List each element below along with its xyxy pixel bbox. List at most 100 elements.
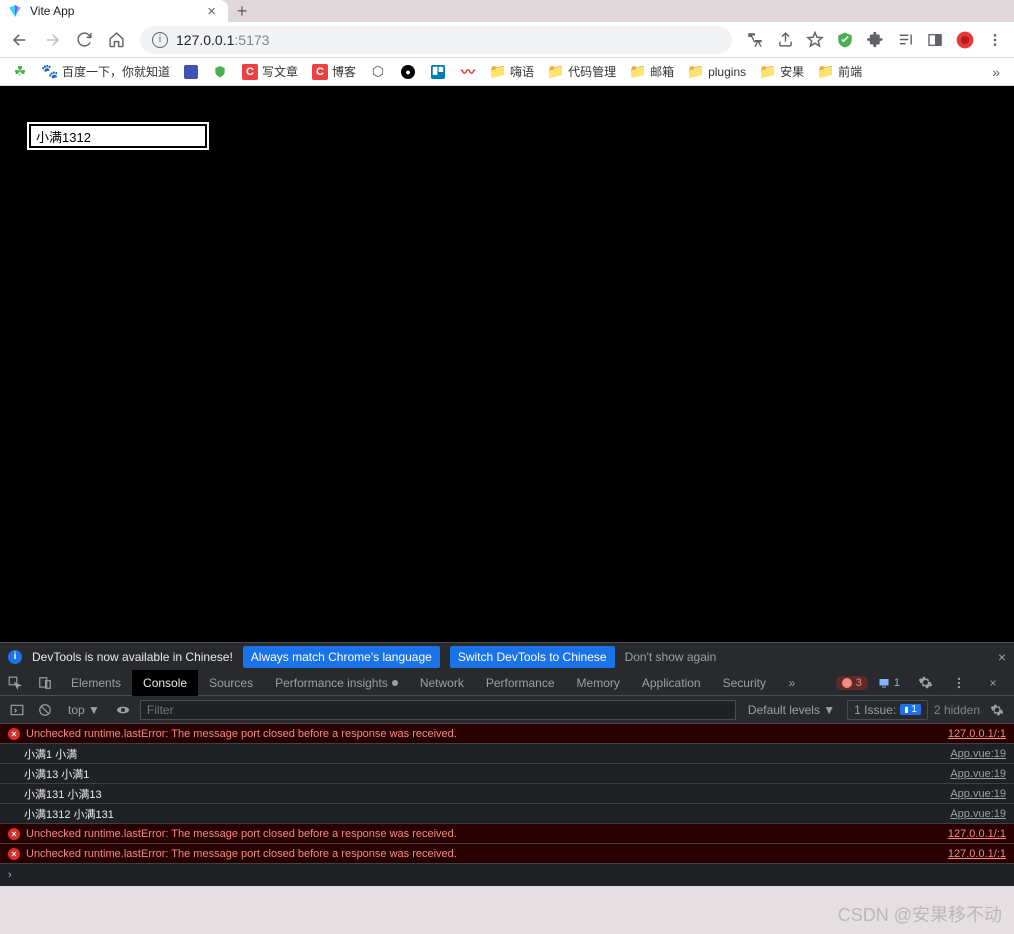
- bookmark-label: 写文章: [262, 63, 298, 80]
- bookmark-label: 邮箱: [650, 63, 674, 80]
- reload-button[interactable]: [70, 26, 98, 54]
- issue-count-badge[interactable]: 1: [872, 676, 906, 690]
- site-info-icon[interactable]: i: [152, 32, 168, 48]
- issues-button[interactable]: 1 Issue: ▮ 1: [847, 700, 928, 720]
- bookmark-label: 博客: [332, 63, 356, 80]
- bookmark-item[interactable]: C写文章: [236, 61, 304, 82]
- console-filter-input[interactable]: [140, 700, 736, 720]
- watermark: CSDN @安果移不动: [838, 901, 1002, 927]
- new-tab-button[interactable]: +: [228, 0, 256, 22]
- switch-chinese-button[interactable]: Switch DevTools to Chinese: [450, 646, 615, 668]
- bookmark-item[interactable]: 📁代码管理: [542, 61, 622, 82]
- devtools-settings-icon[interactable]: [910, 670, 940, 696]
- devtools-tab-elements[interactable]: Elements: [60, 670, 132, 696]
- source-link[interactable]: 127.0.0.1/:1: [948, 848, 1006, 860]
- bookmark-item[interactable]: 📁邮箱: [624, 61, 680, 82]
- console-prompt[interactable]: ›: [0, 864, 1014, 886]
- chrome-menu-icon[interactable]: [982, 27, 1008, 53]
- hex-icon: ⬡: [370, 64, 386, 80]
- panel-icon[interactable]: [922, 27, 948, 53]
- dismiss-button[interactable]: Don't show again: [625, 650, 717, 664]
- console-message: 小满1 小满App.vue:19: [0, 744, 1014, 764]
- bookmarks-overflow-icon[interactable]: »: [984, 64, 1008, 80]
- home-button[interactable]: [102, 26, 130, 54]
- bookmark-label: 百度一下，你就知道: [62, 63, 170, 80]
- bookmark-item[interactable]: 📁前端: [812, 61, 868, 82]
- more-tabs-icon[interactable]: »: [777, 670, 807, 696]
- info-icon: i: [8, 650, 22, 664]
- devtools-tab-performance[interactable]: Performance: [475, 670, 566, 696]
- shield-icon: [212, 64, 228, 80]
- profile-avatar-icon[interactable]: [952, 27, 978, 53]
- folder-icon: 📁: [688, 64, 704, 80]
- source-link[interactable]: 127.0.0.1/:1: [948, 828, 1006, 840]
- bookmark-item[interactable]: 📁嗨语: [484, 61, 540, 82]
- bookmark-item[interactable]: [424, 62, 452, 82]
- bookmark-item[interactable]: [178, 63, 204, 81]
- devtools-tab-security[interactable]: Security: [712, 670, 777, 696]
- devtools-tab-memory[interactable]: Memory: [566, 670, 631, 696]
- devtools-tab-sources[interactable]: Sources: [198, 670, 264, 696]
- source-link[interactable]: App.vue:19: [950, 768, 1006, 780]
- site-icon: [184, 65, 198, 79]
- devtools-tab-network[interactable]: Network: [409, 670, 475, 696]
- log-levels-selector[interactable]: Default levels ▼: [742, 701, 841, 719]
- console-message: 小满13 小满1App.vue:19: [0, 764, 1014, 784]
- error-count-badge[interactable]: 3: [836, 676, 868, 690]
- console-settings-icon[interactable]: [986, 699, 1008, 721]
- source-link[interactable]: App.vue:19: [950, 808, 1006, 820]
- extensions-icon[interactable]: [862, 27, 888, 53]
- bookmark-item[interactable]: ☘: [6, 62, 34, 82]
- bookmark-item[interactable]: 📁plugins: [682, 62, 752, 82]
- devtools-tab-console[interactable]: Console: [132, 670, 198, 696]
- source-link[interactable]: 127.0.0.1/:1: [948, 728, 1006, 740]
- forward-button[interactable]: [38, 26, 66, 54]
- text-input[interactable]: [29, 124, 207, 148]
- bookmark-item[interactable]: C博客: [306, 61, 362, 82]
- clear-console-icon[interactable]: [34, 699, 56, 721]
- bookmark-label: 安果: [780, 63, 804, 80]
- banner-text: DevTools is now available in Chinese!: [32, 650, 233, 664]
- site-icon: C: [312, 64, 328, 80]
- folder-icon: 📁: [548, 64, 564, 80]
- bookmark-item[interactable]: ●: [394, 62, 422, 82]
- bookmark-label: 前端: [838, 63, 862, 80]
- adblock-icon[interactable]: [832, 27, 858, 53]
- tab-close-icon[interactable]: ×: [203, 3, 220, 20]
- browser-tab[interactable]: Vite App ×: [0, 0, 228, 22]
- bookmark-item[interactable]: 📁安果: [754, 61, 810, 82]
- message-text: Unchecked runtime.lastError: The message…: [26, 828, 457, 840]
- bookmarks-bar: ☘🐾百度一下，你就知道C写文章C博客⬡●〰📁嗨语📁代码管理📁邮箱📁plugins…: [0, 58, 1014, 86]
- bookmark-item[interactable]: [206, 62, 234, 82]
- context-selector[interactable]: top ▼: [62, 701, 106, 719]
- devtools-lang-banner: i DevTools is now available in Chinese! …: [0, 642, 1014, 670]
- translate-icon[interactable]: [742, 27, 768, 53]
- reading-list-icon[interactable]: [892, 27, 918, 53]
- bookmark-item[interactable]: ⬡: [364, 62, 392, 82]
- back-button[interactable]: [6, 26, 34, 54]
- tab-title: Vite App: [30, 4, 195, 18]
- share-icon[interactable]: [772, 27, 798, 53]
- clover-icon: ☘: [12, 64, 28, 80]
- beta-marker-icon: [392, 680, 398, 686]
- source-link[interactable]: App.vue:19: [950, 748, 1006, 760]
- page-content: [0, 86, 1014, 642]
- device-toggle-icon[interactable]: [30, 670, 60, 696]
- devtools-menu-icon[interactable]: [944, 670, 974, 696]
- folder-icon: 📁: [818, 64, 834, 80]
- bookmark-item[interactable]: 〰: [454, 62, 482, 82]
- bookmark-item[interactable]: 🐾百度一下，你就知道: [36, 61, 176, 82]
- live-expression-icon[interactable]: [112, 699, 134, 721]
- inspect-element-icon[interactable]: [0, 670, 30, 696]
- hidden-count: 2 hidden: [934, 703, 980, 717]
- devtools-close-icon[interactable]: ×: [978, 670, 1008, 696]
- address-bar[interactable]: i 127.0.0.1:5173: [140, 26, 732, 54]
- console-sidebar-toggle-icon[interactable]: [6, 699, 28, 721]
- devtools-tab-application[interactable]: Application: [631, 670, 712, 696]
- banner-close-icon[interactable]: ×: [998, 649, 1006, 665]
- match-language-button[interactable]: Always match Chrome's language: [243, 646, 440, 668]
- devtools-tab-performance-insights[interactable]: Performance insights: [264, 670, 409, 696]
- folder-icon: 📁: [490, 64, 506, 80]
- source-link[interactable]: App.vue:19: [950, 788, 1006, 800]
- bookmark-star-icon[interactable]: [802, 27, 828, 53]
